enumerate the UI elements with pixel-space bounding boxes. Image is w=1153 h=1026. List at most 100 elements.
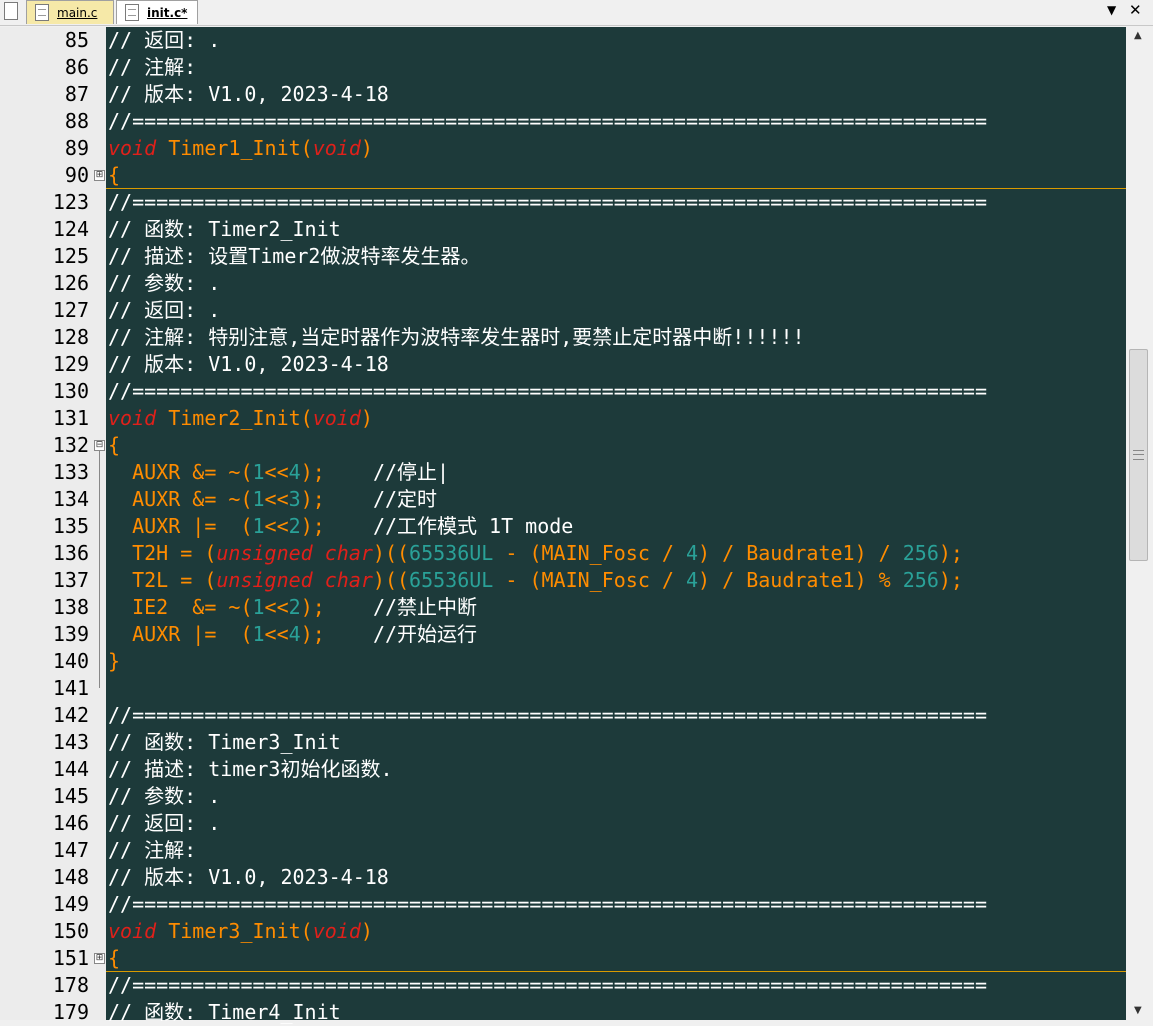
code-token: 65536UL: [409, 541, 494, 565]
tab-label: init.c*: [147, 5, 188, 20]
code-line[interactable]: 179 // 函数: Timer4_Init: [0, 999, 1126, 1026]
fold-collapse-icon[interactable]: ⊟: [94, 440, 105, 451]
code-token: ) / Baudrate1) %: [698, 568, 903, 592]
scroll-down-icon[interactable]: ▼: [1134, 1005, 1142, 1016]
line-number: 132: [52, 433, 89, 457]
code-line[interactable]: 143 // 函数: Timer3_Init: [0, 729, 1126, 756]
code-line[interactable]: 144 // 描述: timer3初始化函数.: [0, 756, 1126, 783]
code-text: IE2 &= ~(1<<2); //禁止中断: [108, 594, 477, 621]
code-line[interactable]: 137 T2L = (unsigned char)((65536UL - (MA…: [0, 567, 1126, 594]
code-text: // 返回: .: [108, 27, 220, 54]
code-line[interactable]: 178 //===================================…: [0, 972, 1126, 999]
code-line[interactable]: 86 // 注解:: [0, 54, 1126, 81]
code-line[interactable]: 140}: [0, 648, 1126, 675]
code-token: {: [108, 163, 121, 187]
code-token: 1: [252, 487, 265, 511]
code-text: {: [108, 162, 120, 189]
tab-init-c[interactable]: init.c*: [116, 0, 198, 24]
scroll-thumb[interactable]: [1129, 349, 1148, 561]
scroll-up-icon[interactable]: ▲: [1134, 30, 1142, 41]
code-line[interactable]: 126 // 参数: .: [0, 270, 1126, 297]
code-text: // 函数: Timer4_Init: [108, 999, 341, 1026]
code-line[interactable]: 128 // 注解: 特别注意,当定时器作为波特率发生器时,要禁止定时器中断!!!…: [0, 324, 1126, 351]
code-line[interactable]: 132 ⊟{: [0, 432, 1126, 459]
code-token: //======================================…: [108, 892, 987, 916]
code-line[interactable]: 89 void Timer1_Init(void): [0, 135, 1126, 162]
line-number: 134: [52, 487, 89, 511]
code-token: <<: [264, 595, 289, 619]
code-text: void Timer1_Init(void): [108, 135, 373, 162]
code-line[interactable]: 131 void Timer2_Init(void): [0, 405, 1126, 432]
vertical-scrollbar[interactable]: ▲ ▼: [1126, 27, 1153, 1020]
code-line[interactable]: 125 // 描述: 设置Timer2做波特率发生器。: [0, 243, 1126, 270]
code-line[interactable]: 130 //===================================…: [0, 378, 1126, 405]
close-icon[interactable]: ✕: [1129, 1, 1142, 19]
code-text: // 描述: timer3初始化函数.: [108, 756, 393, 783]
code-token: // 函数: Timer3_Init: [108, 730, 341, 754]
code-line[interactable]: 135 AUXR |= (1<<2); //工作模式 1T mode: [0, 513, 1126, 540]
code-line[interactable]: 124 // 函数: Timer2_Init: [0, 216, 1126, 243]
line-number: 85: [64, 28, 89, 52]
code-line[interactable]: 146 // 返回: .: [0, 810, 1126, 837]
code-token: - (MAIN_Fosc /: [493, 568, 686, 592]
code-line[interactable]: 88 //====================================…: [0, 108, 1126, 135]
code-line[interactable]: 149 //===================================…: [0, 891, 1126, 918]
code-text: //======================================…: [108, 378, 987, 405]
code-line[interactable]: 141: [0, 675, 1126, 702]
code-line[interactable]: 138 IE2 &= ~(1<<2); //禁止中断: [0, 594, 1126, 621]
line-number: 88: [64, 109, 89, 133]
code-token: AUXR &= ~(: [108, 460, 253, 484]
code-token: //工作模式 1T mode: [372, 514, 574, 538]
code-text: //======================================…: [108, 972, 987, 999]
code-text: // 版本: V1.0, 2023-4-18: [108, 351, 389, 378]
code-token: 1: [252, 595, 265, 619]
code-text: AUXR |= (1<<2); //工作模式 1T mode: [108, 513, 573, 540]
code-token: //======================================…: [108, 379, 987, 403]
code-line[interactable]: 147 // 注解:: [0, 837, 1126, 864]
grip-icon: [1133, 450, 1144, 460]
code-token: unsigned char: [216, 541, 373, 565]
fold-expand-icon[interactable]: ⊞: [94, 170, 105, 181]
fold-expand-icon[interactable]: ⊞: [94, 953, 105, 964]
code-line[interactable]: 123 //===================================…: [0, 189, 1126, 216]
code-token: // 注解:: [108, 55, 197, 79]
line-number: 123: [52, 190, 89, 214]
chevron-down-icon[interactable]: ▼: [1107, 3, 1116, 17]
code-token: {: [108, 433, 121, 457]
code-line[interactable]: 139 AUXR |= (1<<4); //开始运行: [0, 621, 1126, 648]
code-token: unsigned char: [216, 568, 373, 592]
code-token: 65536UL: [409, 568, 494, 592]
code-token: // 返回: .: [108, 28, 221, 52]
file-icon: [125, 4, 139, 21]
code-token: <<: [264, 487, 289, 511]
code-line[interactable]: 90 ⊞{: [0, 162, 1126, 189]
code-line[interactable]: 129 // 版本: V1.0, 2023-4-18: [0, 351, 1126, 378]
code-line[interactable]: 134 AUXR &= ~(1<<3); //定时: [0, 486, 1126, 513]
code-line[interactable]: 151 ⊞{: [0, 945, 1126, 972]
code-token: // 版本: V1.0, 2023-4-18: [108, 865, 389, 889]
code-token: // 注解:: [108, 838, 197, 862]
code-text: // 函数: Timer3_Init: [108, 729, 341, 756]
code-token: ): [360, 136, 373, 160]
code-line[interactable]: 85 // 返回: .: [0, 27, 1126, 54]
code-line[interactable]: 136 T2H = (unsigned char)((65536UL - (MA…: [0, 540, 1126, 567]
code-line[interactable]: 142 //===================================…: [0, 702, 1126, 729]
code-token: // 描述: timer3初始化函数.: [108, 757, 393, 781]
code-line[interactable]: 150 void Timer3_Init(void): [0, 918, 1126, 945]
code-token: }: [108, 649, 121, 673]
line-number: 127: [52, 298, 89, 322]
code-token: ) / Baudrate1) /: [698, 541, 903, 565]
code-text: // 函数: Timer2_Init: [108, 216, 341, 243]
code-line[interactable]: 87 // 版本: V1.0, 2023-4-18: [0, 81, 1126, 108]
code-token: );: [938, 568, 963, 592]
code-line[interactable]: 133 AUXR &= ~(1<<4); //停止|: [0, 459, 1126, 486]
code-line[interactable]: 145 // 参数: .: [0, 783, 1126, 810]
code-token: 1: [252, 460, 265, 484]
code-token: );: [938, 541, 963, 565]
code-line[interactable]: 127 // 返回: .: [0, 297, 1126, 324]
code-line[interactable]: 148 // 版本: V1.0, 2023-4-18: [0, 864, 1126, 891]
code-token: AUXR |= (: [108, 514, 253, 538]
code-text: {: [108, 945, 120, 972]
tab-main-c[interactable]: main.c: [26, 0, 114, 24]
code-token: Timer2_Init(: [156, 406, 313, 430]
